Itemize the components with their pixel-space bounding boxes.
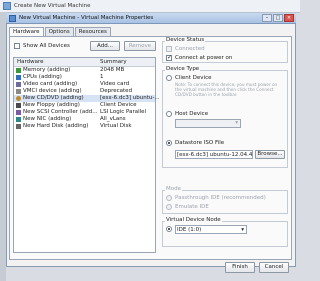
mode-group	[162, 190, 288, 214]
table-row-selected[interactable]: New CD/DVD (adding) [esx-6.dc3] ubuntu-.…	[14, 95, 160, 102]
cpu-icon	[16, 75, 21, 80]
table-row[interactable]: New Floppy (adding) Client Device	[14, 102, 155, 109]
passthrough-ide-radio[interactable]	[166, 195, 172, 201]
device-type-title: Device Type	[165, 66, 201, 72]
connected-checkbox[interactable]	[166, 46, 172, 52]
browse-button[interactable]: Browse...	[255, 150, 285, 159]
table-row[interactable]: New Hard Disk (adding) Virtual Disk	[14, 123, 155, 130]
vm-icon	[9, 15, 16, 22]
column-summary: Summary	[100, 59, 127, 65]
vmci-icon	[16, 89, 21, 94]
scsi-icon	[16, 110, 21, 115]
emulate-ide-label: Emulate IDE	[175, 204, 209, 210]
tab-resources[interactable]: Resources	[74, 27, 111, 36]
remove-button[interactable]: Remove	[124, 41, 156, 51]
datastore-iso-label: Datastore ISO File	[175, 140, 225, 146]
outer-window-titlebar: Create New Virtual Machine	[0, 0, 300, 13]
minimize-button[interactable]: –	[262, 14, 272, 22]
connect-at-power-on-label: Connect at power on	[175, 55, 233, 61]
virtual-device-node-radio[interactable]	[166, 226, 172, 232]
table-row[interactable]: Memory (adding) 2048 MB	[14, 67, 155, 74]
dialog-title: New Virtual Machine - Virtual Machine Pr…	[19, 15, 154, 21]
client-device-radio[interactable]	[166, 75, 172, 81]
outer-window-title: Create New Virtual Machine	[14, 3, 91, 9]
close-button[interactable]: ×	[284, 14, 294, 22]
client-device-label: Client Device	[175, 75, 212, 81]
table-row[interactable]: New NIC (adding) All_vLans	[14, 116, 155, 123]
emulate-ide-radio[interactable]	[166, 204, 172, 210]
iso-path-field[interactable]: [esx-6.dc3] ubuntu-12.04.4-server-a	[175, 150, 253, 159]
chevron-down-icon: ▾	[241, 227, 244, 233]
show-all-devices-label: Show All Devices	[23, 43, 70, 49]
hardware-table: Hardware Summary Memory (adding) 2048 MB…	[13, 57, 160, 253]
dialog-titlebar: New Virtual Machine - Virtual Machine Pr…	[6, 13, 296, 24]
memory-icon	[16, 68, 21, 73]
tab-bar: Hardware Options Resources	[9, 27, 112, 37]
table-header: Hardware Summary	[14, 58, 155, 67]
video-card-icon	[16, 82, 21, 87]
table-row[interactable]: New SCSI Controller (add... LSI Logic Pa…	[14, 109, 155, 116]
floppy-icon	[16, 103, 21, 108]
connected-label: Connected	[175, 46, 205, 52]
nic-icon	[16, 117, 21, 122]
virtual-device-node-title: Virtual Device Node	[165, 217, 222, 223]
device-status-title: Device Status	[165, 37, 206, 43]
cancel-button[interactable]: Cancel	[259, 262, 289, 273]
chevron-down-icon: ▾	[235, 120, 238, 126]
hard-disk-icon	[16, 124, 21, 129]
cd-dvd-icon	[16, 96, 21, 101]
tab-options[interactable]: Options	[44, 27, 74, 36]
connect-at-power-on-checkbox[interactable]	[166, 54, 172, 61]
add-button[interactable]: Add...	[90, 41, 120, 51]
host-device-label: Host Device	[175, 111, 209, 117]
column-hardware: Hardware	[17, 59, 44, 65]
virtual-device-node-value: IDE (1:0)	[177, 227, 202, 233]
client-device-note: Note: To connect this device, you must p…	[175, 82, 278, 98]
mode-title: Mode	[165, 186, 182, 192]
maximize-button[interactable]: □	[273, 14, 283, 22]
table-row[interactable]: CPUs (adding) 1	[14, 74, 155, 81]
table-row[interactable]: VMCI device (adding) Deprecated	[14, 88, 155, 95]
table-row[interactable]: Video card (adding) Video card	[14, 81, 155, 88]
virtual-device-node-select[interactable]: IDE (1:0) ▾	[175, 225, 247, 234]
host-device-radio[interactable]	[166, 111, 172, 117]
passthrough-ide-label: Passthrough IDE (recommended)	[175, 195, 266, 201]
finish-button[interactable]: Finish	[225, 262, 255, 273]
show-all-devices-checkbox[interactable]	[14, 43, 20, 49]
vm-icon	[3, 2, 11, 10]
host-device-select[interactable]: ▾	[175, 119, 241, 128]
datastore-iso-radio[interactable]	[166, 140, 172, 146]
